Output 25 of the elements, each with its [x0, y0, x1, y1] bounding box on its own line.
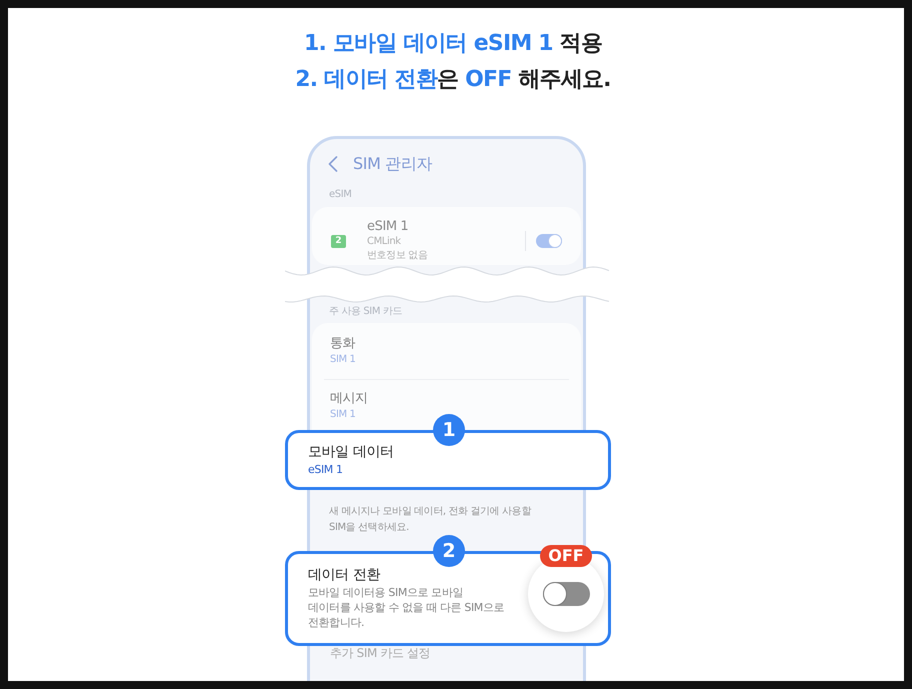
instruction-line: 1. 모바일 데이터 eSIM 1 적용	[304, 30, 602, 58]
sim-name: eSIM 1	[367, 219, 408, 235]
section-label: 주 사용 SIM 카드	[328, 305, 402, 319]
setting-title[interactable]: 메시지	[330, 390, 368, 408]
setting-title: 모바일 데이터	[308, 443, 394, 462]
phone-number-status: 번호정보 없음	[367, 249, 428, 263]
toggle-switch[interactable]	[536, 234, 562, 248]
setting-title: 데이터 전환	[308, 566, 380, 585]
screen-title: SIM 관리자	[353, 153, 432, 175]
setting-value: SIM 1	[330, 353, 356, 367]
section-label: eSIM	[328, 188, 352, 202]
instruction-line: 2. 데이터 전환은 OFF 해주세요.	[295, 66, 611, 94]
toggle-switch[interactable]	[542, 582, 590, 606]
setting-description: 모바일 데이터용 SIM으로 모바일 데이터를 사용할 수 없을 때 다른 SIM으로 전환합니다.	[308, 585, 504, 630]
sim-slot-badge: 2	[331, 234, 346, 248]
back-icon[interactable]	[328, 156, 338, 172]
setting-value: eSIM 1	[308, 462, 343, 478]
state-badge: OFF	[540, 545, 592, 567]
setting-title[interactable]: 통화	[330, 335, 356, 353]
step-number-badge: 1	[433, 414, 465, 446]
section-label: 추가 SIM 카드 설정	[329, 646, 430, 660]
step-number-badge: 2	[433, 535, 465, 567]
carrier-name: CMLink	[367, 235, 401, 249]
setting-value: SIM 1	[330, 408, 356, 422]
help-text: 새 메시지나 모바일 데이터, 전화 걸기에 사용할 SIM을 선택하세요.	[328, 505, 531, 535]
